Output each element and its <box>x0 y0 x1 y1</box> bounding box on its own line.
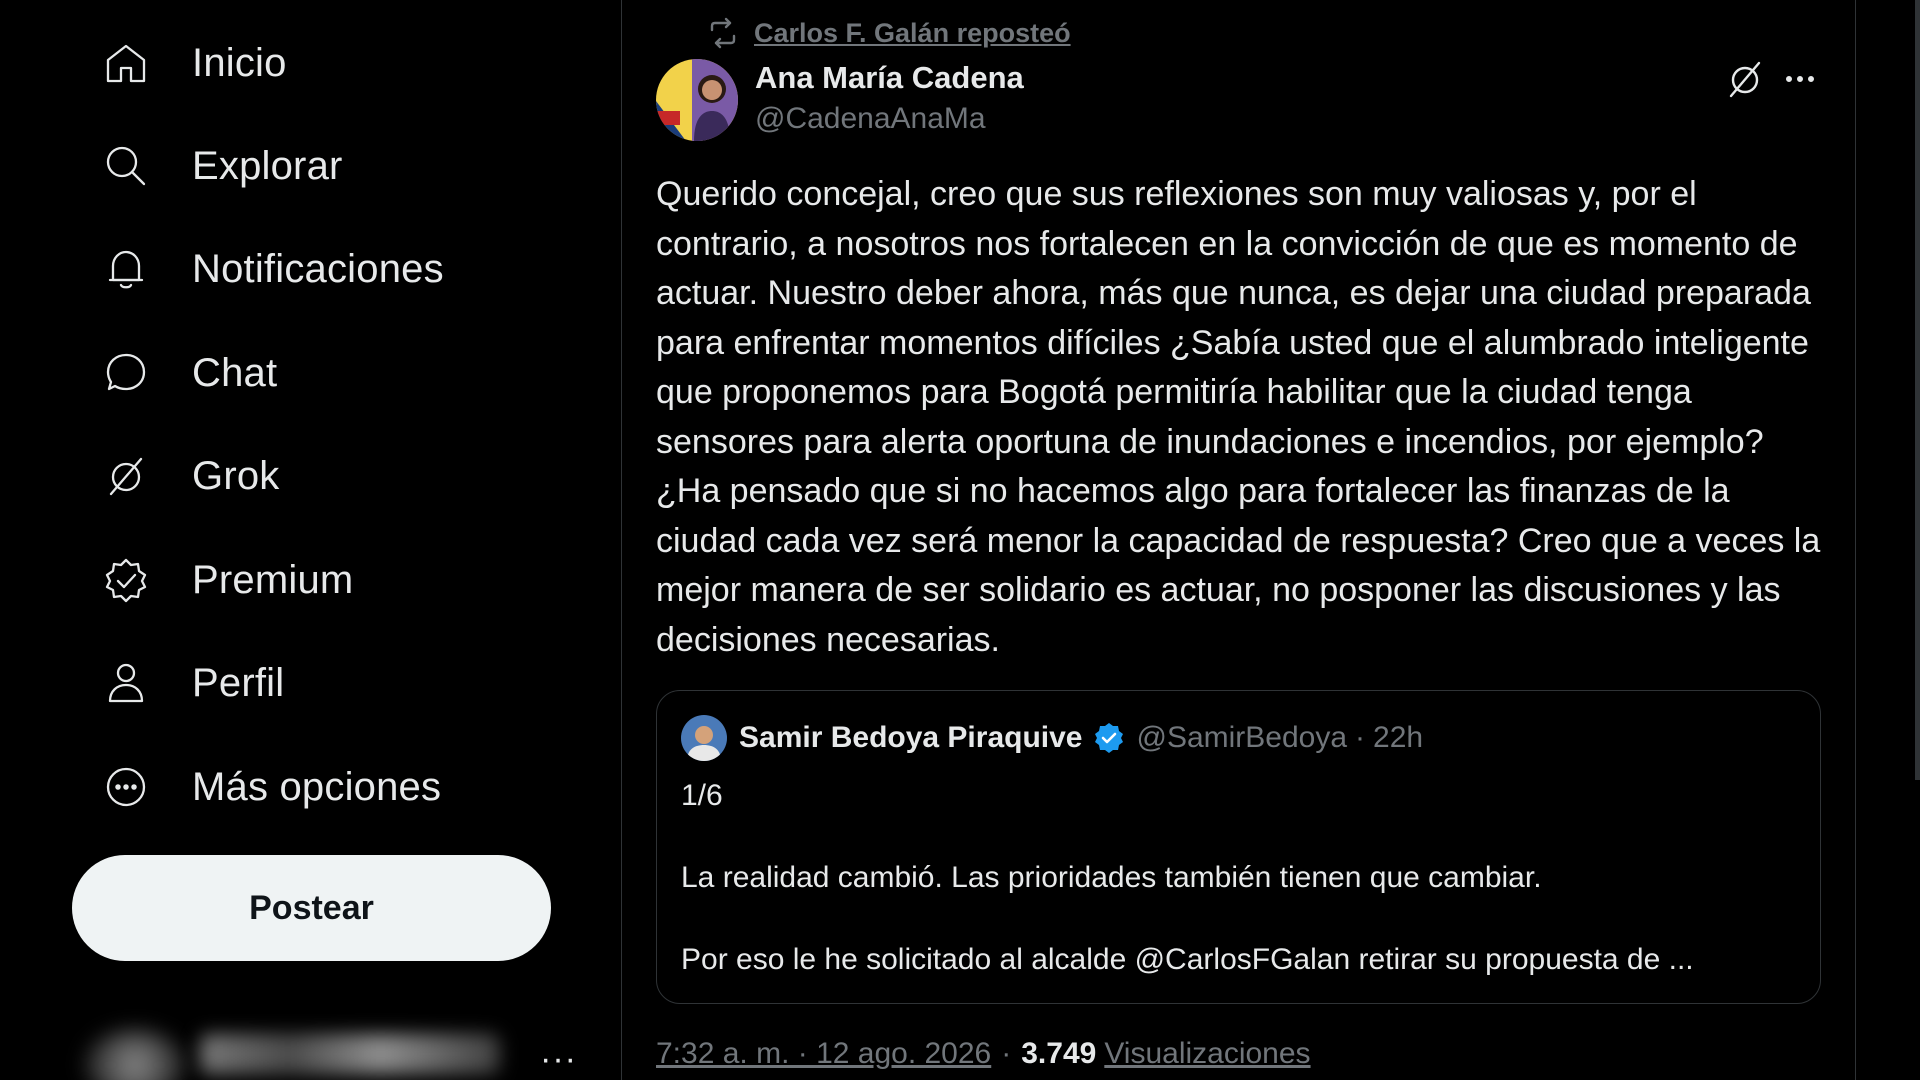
account-avatar <box>85 1030 185 1080</box>
post-metadata: 7:32 a. m. · 12 ago. 2026 · 3.749 Visual… <box>656 1037 1311 1071</box>
grok-icon <box>100 450 152 502</box>
post-more-icon[interactable] <box>1777 56 1823 102</box>
person-icon <box>100 657 152 709</box>
app-window: Inicio Explorar Notificaciones Chat Grok <box>0 0 1920 1080</box>
nav-label-mas-opciones: Más opciones <box>192 764 442 809</box>
account-name-redacted <box>200 1034 500 1074</box>
chat-bubble-icon <box>100 347 152 399</box>
nav-item-mas-opciones[interactable]: Más opciones <box>90 752 451 822</box>
nav-item-grok[interactable]: Grok <box>90 441 289 511</box>
sidebar: Inicio Explorar Notificaciones Chat Grok <box>0 0 620 1080</box>
home-icon <box>100 37 152 89</box>
quoted-post-header: Samir Bedoya Piraquive @SamirBedoya · 22… <box>681 715 1423 761</box>
repost-icon <box>710 17 736 49</box>
nav-item-notificaciones[interactable]: Notificaciones <box>90 234 454 304</box>
nav-label-explorar: Explorar <box>192 143 343 188</box>
verified-badge-icon <box>100 554 152 606</box>
quoted-author-avatar[interactable] <box>681 715 727 761</box>
post-timestamp[interactable]: 7:32 a. m. · 12 ago. 2026 <box>656 1037 991 1071</box>
quoted-post-line: Por eso le he solicitado al alcalde @Car… <box>681 943 1694 976</box>
quoted-post-time[interactable]: 22h <box>1373 721 1423 755</box>
bell-icon <box>100 243 152 295</box>
scrollbar[interactable] <box>1915 0 1920 780</box>
repost-text[interactable]: Carlos F. Galán reposteó <box>754 18 1071 49</box>
repost-indicator[interactable]: Carlos F. Galán reposteó <box>706 16 1071 50</box>
search-icon <box>100 140 152 192</box>
nav-item-inicio[interactable]: Inicio <box>90 28 297 98</box>
account-more-icon[interactable]: ··· <box>540 1040 577 1079</box>
nav-item-perfil[interactable]: Perfil <box>90 648 294 718</box>
quoted-post-line: 1/6 <box>681 779 723 812</box>
views-count: 3.749 <box>1021 1037 1097 1070</box>
nav-item-explorar[interactable]: Explorar <box>90 131 353 201</box>
nav-label-inicio: Inicio <box>192 40 287 85</box>
quoted-post-line: La realidad cambió. Las prioridades tamb… <box>681 861 1542 894</box>
more-circle-icon <box>100 761 152 813</box>
nav-label-premium: Premium <box>192 557 354 602</box>
account-switcher[interactable]: ··· <box>80 1010 590 1080</box>
nav-label-grok: Grok <box>192 453 280 498</box>
quoted-separator: · <box>1355 721 1366 754</box>
post-detail: Carlos F. Galán reposteó Ana María Caden… <box>621 0 1856 1080</box>
nav-item-premium[interactable]: Premium <box>90 545 363 615</box>
nav-label-chat: Chat <box>192 350 278 395</box>
author-name[interactable]: Ana María Cadena <box>755 60 1024 96</box>
author-handle[interactable]: @CadenaAnaMa <box>755 102 986 136</box>
meta-separator: · <box>1001 1037 1012 1070</box>
quoted-author-handle[interactable]: @SamirBedoya <box>1136 721 1347 755</box>
nav-label-perfil: Perfil <box>192 660 285 705</box>
verified-icon <box>1095 723 1124 753</box>
post-text: Querido concejal, creo que sus reflexion… <box>656 175 1821 659</box>
author-avatar[interactable] <box>656 59 738 141</box>
views-label[interactable]: Visualizaciones <box>1104 1037 1310 1071</box>
nav-label-notificaciones: Notificaciones <box>192 246 444 291</box>
nav-item-chat[interactable]: Chat <box>90 338 287 408</box>
post-button[interactable]: Postear <box>72 855 551 961</box>
quoted-author-name[interactable]: Samir Bedoya Piraquive <box>739 721 1082 755</box>
grok-explain-icon[interactable] <box>1722 56 1768 102</box>
quoted-post[interactable]: Samir Bedoya Piraquive @SamirBedoya · 22… <box>656 690 1821 1004</box>
